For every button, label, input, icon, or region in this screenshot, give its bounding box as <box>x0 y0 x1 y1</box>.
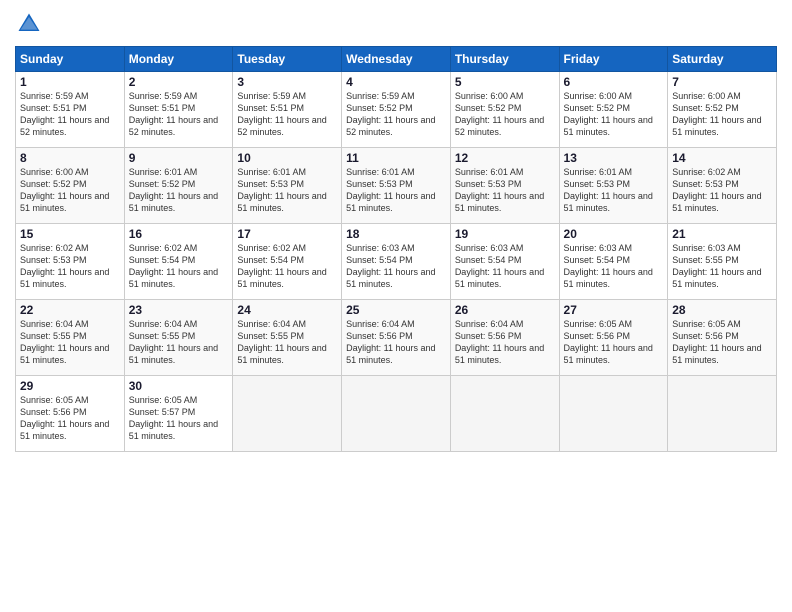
calendar-week-1: 8Sunrise: 6:00 AMSunset: 5:52 PMDaylight… <box>16 148 777 224</box>
calendar-day-25: 25Sunrise: 6:04 AMSunset: 5:56 PMDayligh… <box>342 300 451 376</box>
calendar-week-0: 1Sunrise: 5:59 AMSunset: 5:51 PMDaylight… <box>16 72 777 148</box>
calendar-day-29: 29Sunrise: 6:05 AMSunset: 5:56 PMDayligh… <box>16 376 125 452</box>
calendar-day-1: 1Sunrise: 5:59 AMSunset: 5:51 PMDaylight… <box>16 72 125 148</box>
calendar-empty-cell <box>233 376 342 452</box>
calendar-day-12: 12Sunrise: 6:01 AMSunset: 5:53 PMDayligh… <box>450 148 559 224</box>
calendar-week-2: 15Sunrise: 6:02 AMSunset: 5:53 PMDayligh… <box>16 224 777 300</box>
calendar-empty-cell <box>559 376 668 452</box>
calendar-day-30: 30Sunrise: 6:05 AMSunset: 5:57 PMDayligh… <box>124 376 233 452</box>
calendar-table: SundayMondayTuesdayWednesdayThursdayFrid… <box>15 46 777 452</box>
calendar-empty-cell <box>450 376 559 452</box>
calendar-day-9: 9Sunrise: 6:01 AMSunset: 5:52 PMDaylight… <box>124 148 233 224</box>
calendar-day-20: 20Sunrise: 6:03 AMSunset: 5:54 PMDayligh… <box>559 224 668 300</box>
calendar-week-3: 22Sunrise: 6:04 AMSunset: 5:55 PMDayligh… <box>16 300 777 376</box>
header <box>15 10 777 38</box>
calendar-day-16: 16Sunrise: 6:02 AMSunset: 5:54 PMDayligh… <box>124 224 233 300</box>
calendar-day-13: 13Sunrise: 6:01 AMSunset: 5:53 PMDayligh… <box>559 148 668 224</box>
calendar-day-24: 24Sunrise: 6:04 AMSunset: 5:55 PMDayligh… <box>233 300 342 376</box>
calendar-day-5: 5Sunrise: 6:00 AMSunset: 5:52 PMDaylight… <box>450 72 559 148</box>
calendar-day-26: 26Sunrise: 6:04 AMSunset: 5:56 PMDayligh… <box>450 300 559 376</box>
calendar-day-23: 23Sunrise: 6:04 AMSunset: 5:55 PMDayligh… <box>124 300 233 376</box>
calendar-day-3: 3Sunrise: 5:59 AMSunset: 5:51 PMDaylight… <box>233 72 342 148</box>
page: SundayMondayTuesdayWednesdayThursdayFrid… <box>0 0 792 612</box>
calendar-day-27: 27Sunrise: 6:05 AMSunset: 5:56 PMDayligh… <box>559 300 668 376</box>
calendar-empty-cell <box>668 376 777 452</box>
calendar-day-28: 28Sunrise: 6:05 AMSunset: 5:56 PMDayligh… <box>668 300 777 376</box>
calendar-header-saturday: Saturday <box>668 47 777 72</box>
calendar-header-friday: Friday <box>559 47 668 72</box>
calendar-day-15: 15Sunrise: 6:02 AMSunset: 5:53 PMDayligh… <box>16 224 125 300</box>
calendar-day-14: 14Sunrise: 6:02 AMSunset: 5:53 PMDayligh… <box>668 148 777 224</box>
logo <box>15 10 47 38</box>
calendar-day-18: 18Sunrise: 6:03 AMSunset: 5:54 PMDayligh… <box>342 224 451 300</box>
calendar-header-monday: Monday <box>124 47 233 72</box>
calendar-day-4: 4Sunrise: 5:59 AMSunset: 5:52 PMDaylight… <box>342 72 451 148</box>
calendar-header-wednesday: Wednesday <box>342 47 451 72</box>
calendar-day-8: 8Sunrise: 6:00 AMSunset: 5:52 PMDaylight… <box>16 148 125 224</box>
calendar-day-6: 6Sunrise: 6:00 AMSunset: 5:52 PMDaylight… <box>559 72 668 148</box>
calendar-day-11: 11Sunrise: 6:01 AMSunset: 5:53 PMDayligh… <box>342 148 451 224</box>
calendar-empty-cell <box>342 376 451 452</box>
calendar-header-thursday: Thursday <box>450 47 559 72</box>
calendar-day-19: 19Sunrise: 6:03 AMSunset: 5:54 PMDayligh… <box>450 224 559 300</box>
calendar-day-21: 21Sunrise: 6:03 AMSunset: 5:55 PMDayligh… <box>668 224 777 300</box>
calendar-header-row: SundayMondayTuesdayWednesdayThursdayFrid… <box>16 47 777 72</box>
calendar-day-22: 22Sunrise: 6:04 AMSunset: 5:55 PMDayligh… <box>16 300 125 376</box>
calendar-day-2: 2Sunrise: 5:59 AMSunset: 5:51 PMDaylight… <box>124 72 233 148</box>
calendar-day-10: 10Sunrise: 6:01 AMSunset: 5:53 PMDayligh… <box>233 148 342 224</box>
calendar-header-sunday: Sunday <box>16 47 125 72</box>
calendar-week-4: 29Sunrise: 6:05 AMSunset: 5:56 PMDayligh… <box>16 376 777 452</box>
logo-icon <box>15 10 43 38</box>
calendar-header-tuesday: Tuesday <box>233 47 342 72</box>
calendar-day-17: 17Sunrise: 6:02 AMSunset: 5:54 PMDayligh… <box>233 224 342 300</box>
calendar-day-7: 7Sunrise: 6:00 AMSunset: 5:52 PMDaylight… <box>668 72 777 148</box>
